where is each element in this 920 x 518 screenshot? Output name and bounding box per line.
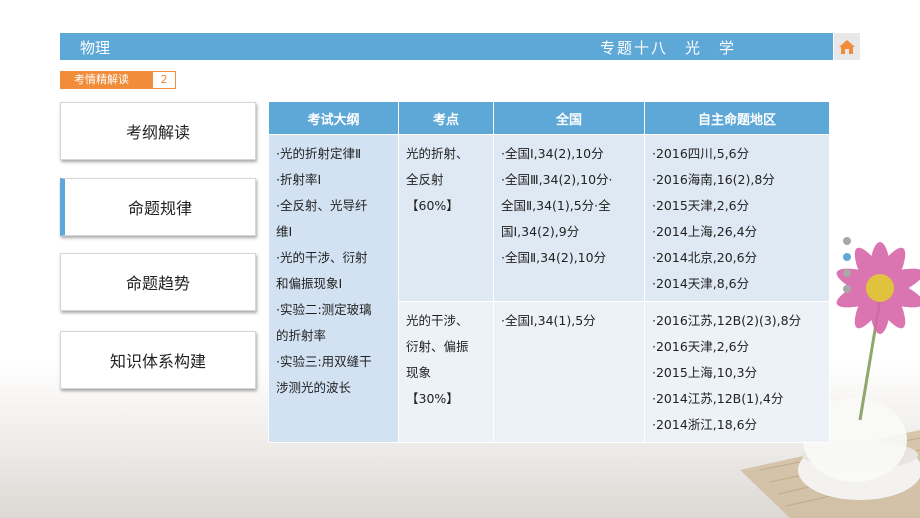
regional-cell: ·2016四川,5,6分 ·2016海南,16(2),8分 ·2015天津,2,… [644,134,830,302]
chapter-title: 专题十八 光 学 [600,39,737,57]
nav-button-pattern[interactable]: 命题规律 [60,178,256,236]
table-row: ·光的折射定律Ⅱ ·折射率Ⅰ ·全反射、光导纤 维Ⅰ ·光的干涉、衍射 和偏振现… [268,134,830,443]
nav-button-knowledge[interactable]: 知识体系构建 [60,331,256,389]
section-tag: 考情精解读 2 [60,71,176,89]
subject-title: 物理 [80,39,111,57]
pager-dot[interactable] [843,237,851,245]
section-tag-label: 考情精解读 [60,71,152,89]
header-bar: 物理 专题十八 光 学 [60,33,833,60]
home-icon [839,39,855,54]
national-cell: ·全国Ⅰ,34(1),5分 [493,301,645,443]
header-regional: 自主命题地区 [644,101,830,135]
pager-dot[interactable] [843,285,851,293]
slide-pager [843,237,851,301]
regional-cell: ·2016江苏,12B(2)(3),8分 ·2016天津,2,6分 ·2015上… [644,301,830,443]
header-syllabus: 考试大纲 [268,101,399,135]
point-cell: 光的折射、 全反射 【60%】 [398,134,494,302]
nav-button-trend[interactable]: 命题趋势 [60,253,256,311]
syllabus-cell: ·光的折射定律Ⅱ ·折射率Ⅰ ·全反射、光导纤 维Ⅰ ·光的干涉、衍射 和偏振现… [268,134,399,443]
point-cell: 光的干涉、 衍射、偏振 现象 【30%】 [398,301,494,443]
nav-button-syllabus[interactable]: 考纲解读 [60,102,256,160]
header-point: 考点 [398,101,494,135]
exam-analysis-table: 考试大纲 考点 全国 自主命题地区 ·光的折射定律Ⅱ ·折射率Ⅰ ·全反射、光导… [268,101,830,443]
header-national: 全国 [493,101,645,135]
pager-dot-active[interactable] [843,253,851,261]
home-button[interactable] [834,33,860,60]
pager-dot[interactable] [843,269,851,277]
national-cell: ·全国Ⅰ,34(2),10分 ·全国Ⅲ,34(2),10分· 全国Ⅱ,34(1)… [493,134,645,302]
section-tag-number: 2 [152,71,176,89]
